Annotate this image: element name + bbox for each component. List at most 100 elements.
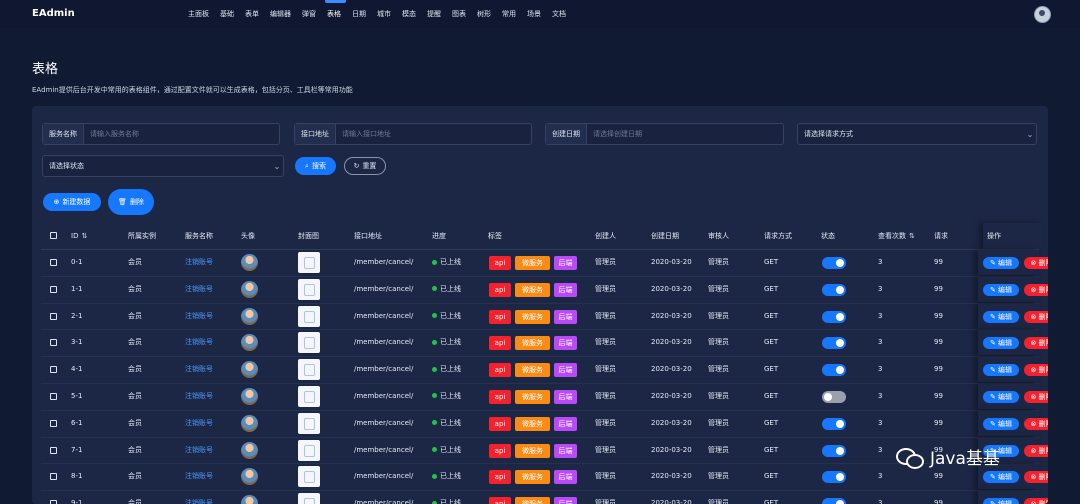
cover-image[interactable] (298, 278, 320, 300)
nav-item[interactable]: 基础 (216, 0, 241, 28)
bulk-delete-button[interactable]: 🗑 删除 (108, 189, 154, 215)
status-select[interactable]: 请选择状态 ⌄ (42, 155, 284, 177)
nav-item[interactable]: 表单 (241, 0, 266, 28)
row-checkbox[interactable] (50, 446, 57, 454)
nav-item[interactable]: 主面板 (184, 0, 216, 28)
search-button[interactable]: ⌕ 搜索 (295, 157, 336, 175)
nav-item[interactable]: 树形 (473, 0, 498, 28)
sort-icon[interactable]: ⇅ (81, 232, 87, 240)
status-toggle[interactable] (822, 498, 846, 504)
delete-button[interactable]: ⊗ 删除 (1024, 283, 1048, 296)
nav-item[interactable]: 场景 (523, 0, 548, 28)
delete-button[interactable]: ⊗ 删除 (1024, 337, 1048, 350)
nav-item[interactable]: 城市 (373, 0, 398, 28)
tag-backend: 后端 (554, 497, 577, 504)
cover-image[interactable] (298, 359, 320, 381)
reset-button[interactable]: ↻ 重置 (344, 157, 386, 175)
row-checkbox[interactable] (50, 419, 57, 427)
nav-item[interactable]: 常用 (498, 0, 523, 28)
cell-service-link[interactable]: 注销账号 (185, 464, 213, 489)
add-data-button[interactable]: ⊕ 新建数据 (43, 193, 101, 211)
cover-image[interactable] (298, 439, 320, 461)
status-toggle[interactable] (822, 444, 846, 457)
cover-image[interactable] (298, 412, 320, 434)
cover-image[interactable] (298, 466, 320, 488)
sort-icon[interactable]: ⇅ (909, 232, 915, 240)
edit-button[interactable]: ✎ 编辑 (983, 364, 1019, 377)
edit-button[interactable]: ✎ 编辑 (983, 390, 1019, 403)
row-checkbox[interactable] (50, 259, 57, 266)
cell-service-link[interactable]: 注销账号 (185, 250, 213, 275)
cell-service-link[interactable]: 注销账号 (185, 304, 213, 329)
status-toggle[interactable] (822, 471, 846, 484)
nav-item[interactable]: 表格 (323, 0, 348, 28)
edit-button[interactable]: ✎ 编辑 (983, 310, 1019, 323)
nav-item[interactable]: 日期 (348, 0, 373, 28)
cell-method: GET (764, 418, 779, 427)
status-toggle[interactable] (822, 257, 846, 269)
delete-button[interactable]: ⊗ 删除 (1024, 257, 1048, 269)
status-toggle[interactable] (822, 337, 846, 350)
service-name-input[interactable] (84, 124, 279, 144)
row-checkbox[interactable] (50, 473, 57, 481)
cell-req: 99 (934, 284, 943, 293)
cell-service-link[interactable]: 注销账号 (185, 330, 213, 355)
nav-item[interactable]: 文档 (548, 0, 573, 28)
delete-button[interactable]: ⊗ 删除 (1024, 471, 1048, 484)
header-id[interactable]: ID ⇅ (71, 223, 87, 249)
status-toggle[interactable] (822, 310, 846, 323)
row-checkbox[interactable] (50, 285, 57, 293)
app-logo[interactable]: EAdmin (32, 8, 75, 19)
status-toggle[interactable] (822, 390, 846, 403)
row-checkbox[interactable] (50, 392, 57, 400)
delete-button[interactable]: ⊗ 删除 (1024, 364, 1048, 377)
cell-service-link[interactable]: 注销账号 (185, 357, 213, 382)
nav-item[interactable]: 弹窗 (298, 0, 323, 28)
cover-image[interactable] (298, 252, 320, 273)
delete-button[interactable]: ⊗ 删除 (1024, 444, 1048, 457)
delete-button[interactable]: ⊗ 删除 (1024, 498, 1048, 504)
cell-service-link[interactable]: 注销账号 (185, 438, 213, 463)
status-toggle[interactable] (822, 364, 846, 377)
cell-service-link[interactable]: 注销账号 (185, 384, 213, 409)
row-checkbox[interactable] (50, 339, 57, 347)
cell-progress: 已上线 (432, 304, 461, 329)
nav-item[interactable]: 模态 (398, 0, 423, 28)
nav-item[interactable]: 图表 (448, 0, 473, 28)
row-checkbox[interactable] (50, 366, 57, 374)
header-views[interactable]: 查看次数 ⇅ (878, 223, 915, 249)
edit-button[interactable]: ✎ 编辑 (983, 283, 1019, 296)
edit-button[interactable]: ✎ 编辑 (983, 337, 1019, 350)
cell-creator: 管理员 (595, 499, 616, 504)
create-date-input[interactable] (587, 124, 783, 144)
edit-button[interactable]: ✎ 编辑 (983, 417, 1019, 430)
delete-button[interactable]: ⊗ 删除 (1024, 310, 1048, 323)
nav-item[interactable]: 提醒 (423, 0, 448, 28)
cover-image[interactable] (298, 332, 320, 354)
cell-req: 99 (934, 258, 943, 266)
status-toggle[interactable] (822, 283, 846, 296)
edit-button[interactable]: ✎ 编辑 (983, 471, 1019, 484)
edit-button[interactable]: ✎ 编辑 (983, 257, 1019, 269)
row-checkbox[interactable] (50, 500, 57, 504)
request-method-select[interactable]: 请选择请求方式 ⌄ (797, 123, 1037, 145)
delete-button[interactable]: ⊗ 删除 (1024, 417, 1048, 430)
cell-service-link[interactable]: 注销账号 (185, 277, 213, 302)
cover-image[interactable] (298, 385, 320, 407)
row-checkbox[interactable] (50, 312, 57, 320)
edit-button[interactable]: ✎ 编辑 (983, 498, 1019, 504)
delete-button[interactable]: ⊗ 删除 (1024, 390, 1048, 403)
header-reviewer: 审核人 (708, 232, 729, 240)
cell-id: 6-1 (71, 418, 83, 427)
api-address-input[interactable] (336, 124, 531, 144)
user-avatar[interactable] (1034, 6, 1051, 23)
cell-service-link[interactable]: 注销账号 (185, 411, 213, 436)
cover-image[interactable] (298, 305, 320, 327)
cover-image[interactable] (298, 493, 320, 504)
status-toggle[interactable] (822, 417, 846, 430)
cell-service-link[interactable]: 注销账号 (185, 491, 213, 504)
status-dot (432, 420, 437, 426)
select-all-checkbox[interactable] (50, 232, 57, 239)
table-row: 7-1 会员 注销账号 /member/cancel/ 已上线 api 微服务 … (41, 437, 1048, 465)
nav-item[interactable]: 编辑器 (266, 0, 298, 28)
